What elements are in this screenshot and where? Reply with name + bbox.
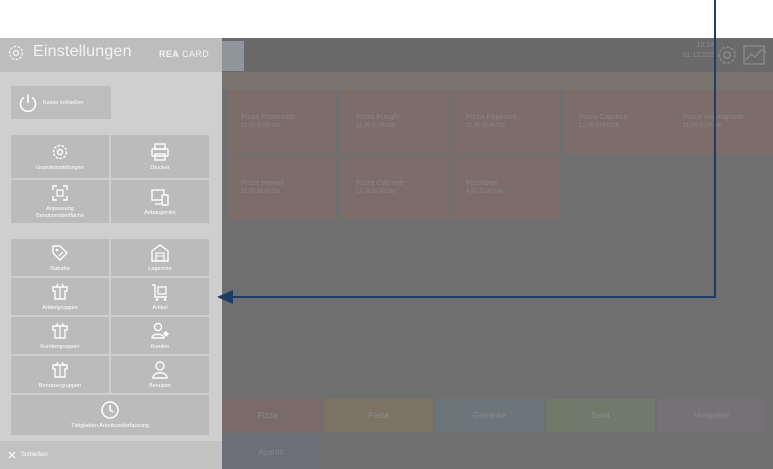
product-price: 11,00 EUR/Stk bbox=[356, 123, 396, 129]
product-name: Pizza Vegetariana bbox=[683, 112, 744, 121]
tile-label: Anbaugeräte bbox=[144, 209, 176, 216]
settings-tile-rabatte[interactable]: Rabatte bbox=[11, 239, 109, 276]
order-strip bbox=[222, 72, 773, 90]
product-tile[interactable]: Pizza Calzone 12,00 EUR/Stk bbox=[342, 156, 450, 220]
tile-label: Lagerorte bbox=[148, 265, 172, 272]
category-tab[interactable]: Vorspeise bbox=[657, 399, 766, 432]
settings-tile-kunden[interactable]: Kunden bbox=[111, 317, 209, 354]
close-panel-button[interactable]: Schließen bbox=[0, 441, 222, 469]
tile-label: Anpassung Benutzeroberfläche bbox=[36, 206, 84, 219]
close-icon bbox=[8, 451, 16, 459]
statistics-chart-icon[interactable] bbox=[740, 40, 770, 70]
tile-label: Rabatte bbox=[50, 265, 70, 272]
tile-label: Benutzergruppen bbox=[38, 382, 82, 389]
settings-tile-anbaugeräte[interactable]: Anbaugeräte bbox=[111, 180, 209, 223]
settings-tile-artikel[interactable]: Artikel bbox=[111, 278, 209, 315]
tile-label: Artikel bbox=[152, 304, 168, 311]
product-tile[interactable]: Pizza Vegetariana 11,50 EUR/Stk bbox=[669, 90, 773, 154]
product-name: Pizza Caprese bbox=[579, 112, 628, 121]
tile-label: Drucker bbox=[150, 164, 170, 171]
settings-panel: Einstellungen REA CARD Kasse schließen G… bbox=[0, 38, 222, 469]
devices-icon bbox=[151, 188, 169, 206]
clock-time: 10:14 bbox=[696, 42, 714, 49]
panel-title: Einstellungen bbox=[33, 43, 132, 60]
clock: 10:14 01.12.202 bbox=[658, 41, 714, 61]
gear-icon bbox=[8, 45, 24, 61]
layout-adjust-icon bbox=[52, 185, 68, 201]
panel-header: Einstellungen REA CARD bbox=[0, 38, 222, 72]
box-group-icon bbox=[52, 283, 68, 300]
discount-tag-icon bbox=[52, 244, 68, 261]
tile-label: Benutzer bbox=[148, 382, 171, 389]
box-group-icon bbox=[52, 361, 68, 378]
category-tab[interactable]: Pizza bbox=[213, 399, 322, 432]
settings-tile-tätigkeiten-arbeitszeiterfassung[interactable]: Tätigkeiten Arbeitszeiterfassung bbox=[11, 395, 209, 435]
product-price: 11,50 EUR/Stk bbox=[683, 123, 723, 129]
tile-label: Kunden bbox=[150, 343, 170, 350]
product-price: 11,00 EUR/Stk bbox=[241, 123, 281, 129]
user-icon bbox=[152, 360, 168, 379]
product-price: 11,00 EUR/Stk bbox=[466, 123, 506, 129]
brand-logo: REA CARD bbox=[159, 49, 210, 59]
settings-group-data: Rabatte Lagerorte Artikelgruppen Artikel Kun… bbox=[11, 239, 210, 436]
settings-tile-kundengruppen[interactable]: Kundengruppen bbox=[11, 317, 109, 354]
box-group-icon bbox=[52, 322, 68, 339]
product-price: 4,50 EUR/Stk bbox=[466, 189, 503, 195]
warehouse-icon bbox=[151, 243, 169, 262]
settings-tile-drucker[interactable]: Drucker bbox=[111, 135, 209, 178]
settings-tile-benutzergruppen[interactable]: Benutzergruppen bbox=[11, 356, 109, 393]
printer-icon bbox=[151, 142, 169, 161]
gear-icon bbox=[52, 144, 68, 159]
product-name: Pizza Prosciutto bbox=[241, 112, 295, 121]
product-tile[interactable]: Pizza Prosciutto 11,00 EUR/Stk bbox=[227, 90, 335, 154]
settings-tile-anpassung[interactable]: Anpassung Benutzeroberfläche bbox=[11, 180, 109, 223]
settings-tile-lagerorte[interactable]: Lagerorte bbox=[111, 239, 209, 276]
product-tile[interactable]: Pizza Caprese 12,00 EUR/Stk bbox=[565, 90, 673, 154]
power-icon bbox=[19, 94, 37, 112]
category-tab[interactable]: Getränke bbox=[435, 399, 544, 432]
product-tile[interactable]: Pizza Peperoni 11,00 EUR/Stk bbox=[452, 90, 560, 154]
category-tab[interactable]: Pasta bbox=[324, 399, 433, 432]
close-register-button[interactable]: Kasse schließen bbox=[11, 86, 111, 119]
settings-group-general: Grundeinstellungen Drucker Anpassung Benut… bbox=[11, 135, 210, 223]
clock-date: 01.12.202 bbox=[682, 52, 714, 59]
product-tile[interactable]: Pizza Funghi 11,00 EUR/Stk bbox=[342, 90, 450, 154]
settings-tile-artikelgruppen[interactable]: Artikelgruppen bbox=[11, 278, 109, 315]
article-cart-icon bbox=[152, 283, 167, 301]
product-tile[interactable]: Pizza Hawaii 11,00 EUR/Stk bbox=[227, 156, 335, 220]
app-tab[interactable] bbox=[222, 41, 244, 71]
tile-label: Grundeinstellungen bbox=[36, 164, 84, 171]
clock-icon bbox=[101, 401, 119, 419]
product-price: 12,00 EUR/Stk bbox=[356, 189, 396, 195]
tile-label: Kundengruppen bbox=[40, 343, 80, 350]
settings-tile-benutzer[interactable]: Benutzer bbox=[111, 356, 209, 393]
product-name: Pizza Funghi bbox=[356, 112, 400, 121]
product-name: Pizza Peperoni bbox=[466, 112, 517, 121]
category-aperitif[interactable]: Aperitif bbox=[222, 436, 320, 469]
product-tile[interactable]: Pizzabrot 4,50 EUR/Stk bbox=[452, 156, 560, 220]
product-price: 12,00 EUR/Stk bbox=[579, 123, 619, 129]
product-name: Pizza Calzone bbox=[356, 178, 404, 187]
settings-tile-grundeinstellungen[interactable]: Grundeinstellungen bbox=[11, 135, 109, 178]
customer-icon bbox=[151, 322, 169, 339]
category-tab[interactable]: Salat bbox=[546, 399, 655, 432]
settings-gear-icon[interactable] bbox=[714, 40, 740, 70]
tile-label: Tätigkeiten Arbeitszeiterfassung bbox=[71, 423, 149, 429]
product-price: 11,00 EUR/Stk bbox=[241, 189, 281, 195]
tile-label: Artikelgruppen bbox=[42, 304, 78, 311]
close-panel-label: Schließen bbox=[21, 452, 48, 458]
product-name: Pizzabrot bbox=[466, 178, 498, 187]
product-name: Pizza Hawaii bbox=[241, 178, 284, 187]
close-register-label: Kasse schließen bbox=[43, 99, 84, 106]
